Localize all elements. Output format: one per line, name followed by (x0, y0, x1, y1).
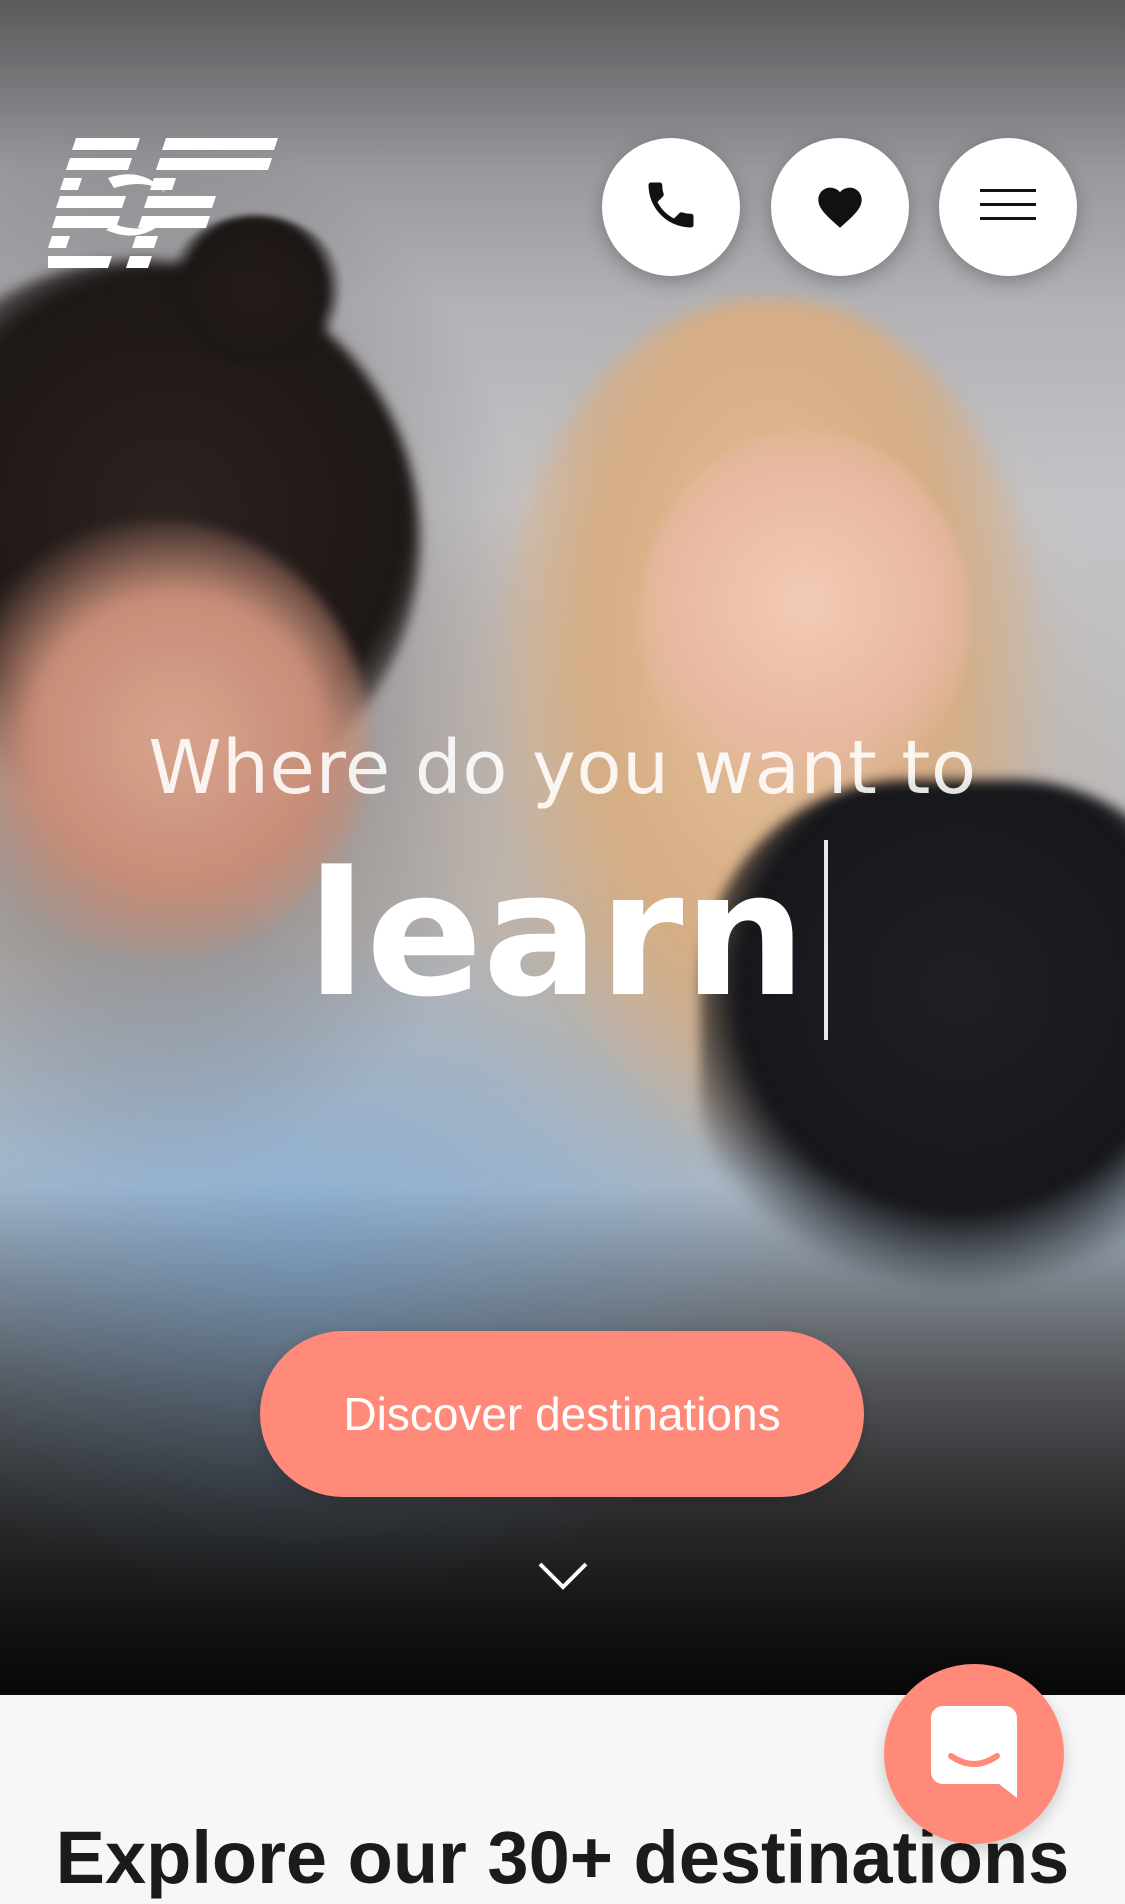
discover-destinations-label: Discover destinations (343, 1388, 781, 1440)
typed-word-row: learn (0, 840, 1125, 1060)
call-button[interactable] (602, 138, 740, 276)
hero-section: Where do you want to learn Discover dest… (0, 0, 1125, 1695)
discover-destinations-button[interactable]: Discover destinations (260, 1331, 864, 1497)
heart-icon (814, 181, 866, 234)
favorites-button[interactable] (771, 138, 909, 276)
text-cursor (823, 840, 828, 1040)
hero-headline: Where do you want to (148, 725, 977, 811)
menu-button[interactable] (939, 138, 1077, 276)
ef-logo[interactable] (44, 138, 278, 273)
chevron-down-icon[interactable] (537, 1560, 589, 1592)
phone-icon (641, 175, 701, 240)
chat-button[interactable] (884, 1664, 1064, 1844)
hamburger-menu-icon (980, 187, 1036, 228)
typed-word: learn (307, 834, 806, 1035)
chat-bubble-icon (931, 1705, 1017, 1803)
page: Where do you want to learn Discover dest… (0, 0, 1125, 1904)
